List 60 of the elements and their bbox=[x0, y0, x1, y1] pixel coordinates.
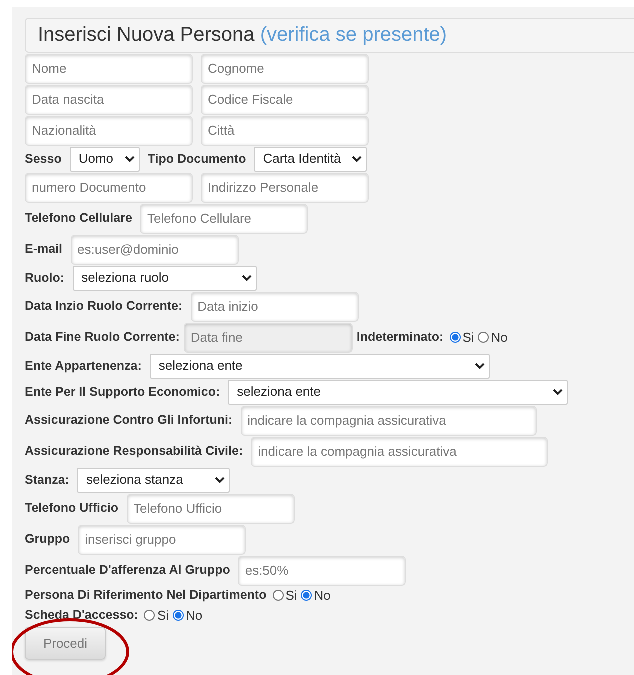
radio-label: Si bbox=[157, 606, 170, 624]
field-label: Sesso bbox=[25, 150, 62, 168]
input-field[interactable]: indicare la compagnia assicurativa bbox=[240, 406, 537, 436]
dropdown[interactable]: Carta Identità bbox=[254, 146, 368, 172]
field-label: Tipo Documento bbox=[148, 150, 246, 168]
field-label: Assicurazione Contro Gli Infortuni: bbox=[25, 412, 233, 430]
input-field[interactable]: Nome bbox=[25, 54, 193, 84]
field-label: Ruolo: bbox=[25, 270, 65, 287]
input-field[interactable]: Cognome bbox=[201, 54, 369, 84]
field-label: Stanza: bbox=[25, 472, 70, 489]
input-field[interactable]: Indirizzo Personale bbox=[201, 172, 369, 202]
field-label: Assicurazione Responsabilità Civile: bbox=[25, 443, 244, 460]
field-label: Ente Per Il Supporto Economico: bbox=[25, 384, 220, 401]
radio-button[interactable] bbox=[301, 590, 312, 602]
field-label: Data Inzio Ruolo Corrente: bbox=[25, 298, 183, 316]
input-field[interactable]: numero Documento bbox=[25, 172, 193, 202]
field-label: Scheda D'accesso: bbox=[25, 606, 138, 624]
radio-label: No bbox=[491, 328, 508, 347]
caret-icon bbox=[242, 274, 252, 282]
field-label: Data Fine Ruolo Corrente: bbox=[25, 329, 180, 346]
radio-label: No bbox=[314, 587, 331, 605]
radio-button[interactable] bbox=[173, 610, 184, 621]
caret-icon bbox=[352, 156, 362, 162]
radio-button[interactable] bbox=[144, 610, 156, 621]
dropdown[interactable]: Uomo bbox=[70, 146, 140, 172]
radio-button[interactable] bbox=[450, 332, 461, 343]
field-label: Gruppo bbox=[25, 531, 70, 548]
radio-label: Si bbox=[462, 328, 474, 347]
radio-button[interactable] bbox=[478, 332, 490, 343]
dropdown[interactable]: seleziona ruolo bbox=[72, 266, 257, 290]
input-field[interactable]: inserisci gruppo bbox=[78, 524, 246, 554]
input-field[interactable]: Data nascita bbox=[25, 84, 193, 114]
field-label: Ente Appartenenza: bbox=[25, 358, 142, 375]
input-field[interactable]: Data inizio bbox=[190, 292, 359, 322]
radio-label: No bbox=[186, 606, 203, 624]
input-field[interactable]: Codice Fiscale bbox=[201, 84, 369, 114]
dropdown[interactable]: seleziona stanza bbox=[77, 468, 230, 492]
field-label: Persona Di Riferimento Nel Dipartimento bbox=[25, 587, 267, 604]
form-title: Inserisci Nuova Persona bbox=[38, 24, 255, 46]
caret-icon bbox=[215, 476, 226, 484]
dropdown[interactable]: seleziona ente bbox=[228, 380, 568, 404]
input-field[interactable]: es:50% bbox=[238, 556, 406, 586]
input-field[interactable]: Telefono Cellulare bbox=[140, 204, 308, 234]
radio-button[interactable] bbox=[272, 590, 284, 602]
input-field[interactable]: Nazionalità bbox=[25, 116, 193, 146]
input-field[interactable]: indicare la compagnia assicurativa bbox=[251, 436, 548, 466]
input-field[interactable]: Telefono Ufficio bbox=[126, 494, 295, 524]
field-label: Telefono Ufficio bbox=[25, 500, 119, 518]
field-label: Telefono Cellulare bbox=[25, 210, 132, 228]
caret-icon bbox=[553, 388, 564, 396]
caret-icon bbox=[474, 362, 485, 370]
input-field[interactable]: Città bbox=[201, 116, 369, 146]
radio-label: Si bbox=[286, 587, 298, 605]
proceed-button[interactable]: Procedi bbox=[25, 627, 106, 660]
caret-icon bbox=[124, 156, 135, 162]
field-label: Indeterminato: bbox=[356, 329, 444, 346]
field-label: Percentuale D'afferenza Al Gruppo bbox=[25, 562, 230, 580]
input-field[interactable]: es:user@dominio bbox=[70, 234, 239, 264]
field-label: E-mail bbox=[25, 241, 63, 258]
dropdown[interactable]: seleziona ente bbox=[150, 354, 490, 378]
